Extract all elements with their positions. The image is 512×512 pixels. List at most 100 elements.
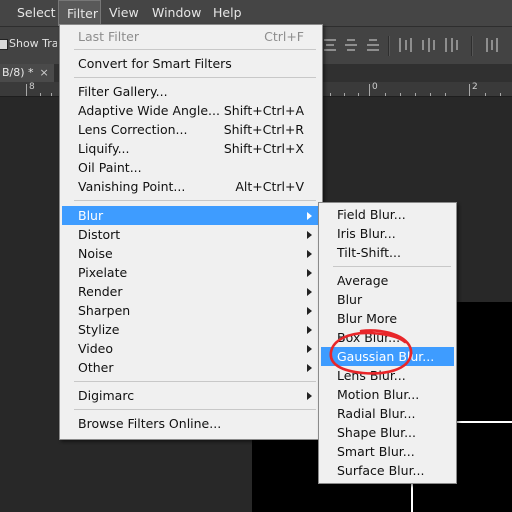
menu-item-field-blur[interactable]: Field Blur... [321, 205, 452, 224]
menu-item-label: Stylize [78, 322, 120, 337]
submenu-arrow-icon [307, 288, 312, 296]
menu-item-label: Render [78, 284, 123, 299]
menu-view[interactable]: View [109, 0, 139, 26]
menu-item-digimarc[interactable]: Digimarc [62, 386, 318, 405]
document-tab[interactable]: B/8) * × [0, 64, 54, 82]
menu-item-lens-correction[interactable]: Lens Correction... Shift+Ctrl+R [62, 120, 318, 139]
align-bottom-icon[interactable] [365, 38, 381, 52]
menu-separator [74, 49, 316, 50]
ruler-tick [330, 93, 331, 96]
ruler-tick [445, 93, 446, 96]
menu-item-sharpen[interactable]: Sharpen [62, 301, 318, 320]
menu-item-liquify[interactable]: Liquify... Shift+Ctrl+X [62, 139, 318, 158]
menu-separator [74, 409, 316, 410]
submenu-arrow-icon [307, 392, 312, 400]
menu-item-motion-blur[interactable]: Motion Blur... [321, 385, 452, 404]
menu-item-shape-blur[interactable]: Shape Blur... [321, 423, 452, 442]
show-transform-controls-label[interactable]: Show Transform Controls [9, 37, 57, 50]
ruler-tick [430, 93, 431, 96]
menu-item-video[interactable]: Video [62, 339, 318, 358]
menu-item-label: Liquify... [78, 141, 130, 156]
submenu-arrow-icon [307, 364, 312, 372]
menu-item-label: Surface Blur... [337, 463, 425, 478]
menu-item-label: Radial Blur... [337, 406, 416, 421]
submenu-arrow-icon [307, 326, 312, 334]
menu-item-label: Last Filter [78, 29, 139, 44]
submenu-arrow-icon [307, 307, 312, 315]
menu-item-oil-paint[interactable]: Oil Paint... [62, 158, 318, 177]
annotation-circle [329, 329, 413, 375]
menu-item-other[interactable]: Other [62, 358, 318, 377]
submenu-arrow-icon [307, 345, 312, 353]
menu-item-shortcut: Shift+Ctrl+X [223, 141, 304, 156]
menu-item-blur[interactable]: Blur [62, 206, 318, 225]
menu-item-stylize[interactable]: Stylize [62, 320, 318, 339]
submenu-arrow-icon [307, 250, 312, 258]
ruler-tick [485, 93, 486, 96]
ruler-tick [415, 93, 416, 96]
ruler-tick [400, 93, 401, 96]
menu-item-adaptive-wide-angle[interactable]: Adaptive Wide Angle... Shift+Ctrl+A [62, 101, 318, 120]
menu-item-convert-smart-filters[interactable]: Convert for Smart Filters [62, 54, 318, 73]
menu-item-browse-filters-online[interactable]: Browse Filters Online... [62, 414, 318, 433]
menu-item-label: Other [78, 360, 114, 375]
menu-item-iris-blur[interactable]: Iris Blur... [321, 224, 452, 243]
menu-separator [333, 266, 451, 267]
menu-item-label: Blur [78, 208, 104, 223]
menu-item-label: Noise [78, 246, 113, 261]
submenu-arrow-icon [307, 212, 312, 220]
menu-item-noise[interactable]: Noise [62, 244, 318, 263]
menu-item-label: Iris Blur... [337, 226, 396, 241]
canvas-line [411, 481, 413, 512]
menu-item-filter-gallery[interactable]: Filter Gallery... [62, 82, 318, 101]
menu-item-shortcut: Shift+Ctrl+R [223, 122, 304, 137]
align-left-icon[interactable] [398, 38, 414, 52]
menu-item-label: Shape Blur... [337, 425, 416, 440]
ruler-tick [26, 84, 27, 96]
menu-item-vanishing-point[interactable]: Vanishing Point... Alt+Ctrl+V [62, 177, 318, 196]
menu-item-blur-more[interactable]: Blur More [321, 309, 452, 328]
menu-item-label: Tilt-Shift... [337, 245, 401, 260]
menu-item-shortcut: Alt+Ctrl+V [235, 179, 304, 194]
filter-menu: Last Filter Ctrl+F Convert for Smart Fil… [59, 24, 323, 440]
menu-item-label: Distort [78, 227, 121, 242]
ruler-tick [469, 84, 470, 96]
menu-item-last-filter: Last Filter Ctrl+F [62, 27, 318, 46]
distribute-icon[interactable] [485, 38, 501, 52]
align-right-icon[interactable] [444, 38, 460, 52]
align-vcenter-icon[interactable] [343, 38, 359, 52]
align-top-icon[interactable] [322, 38, 338, 52]
menu-filter[interactable]: Filter [58, 0, 101, 26]
menu-item-label: Lens Correction... [78, 122, 188, 137]
menu-item-label: Video [78, 341, 114, 356]
menu-item-pixelate[interactable]: Pixelate [62, 263, 318, 282]
menu-item-label: Browse Filters Online... [78, 416, 222, 431]
menu-item-tilt-shift[interactable]: Tilt-Shift... [321, 243, 452, 262]
menu-item-label: Blur More [337, 311, 398, 326]
menu-item-label: Average [337, 273, 389, 288]
ruler-number: 2 [472, 82, 478, 92]
menu-window[interactable]: Window [152, 0, 201, 26]
menu-item-surface-blur[interactable]: Surface Blur... [321, 461, 452, 480]
menu-item-shortcut: Ctrl+F [264, 29, 304, 44]
menu-item-label: Filter Gallery... [78, 84, 168, 99]
menu-help[interactable]: Help [213, 0, 242, 26]
align-hcenter-icon[interactable] [421, 38, 437, 52]
menu-item-label: Adaptive Wide Angle... [78, 103, 220, 118]
close-icon[interactable]: × [40, 66, 49, 79]
menu-item-distort[interactable]: Distort [62, 225, 318, 244]
menu-item-average[interactable]: Average [321, 271, 452, 290]
menu-item-blur-simple[interactable]: Blur [321, 290, 452, 309]
canvas-line [455, 421, 512, 423]
menu-item-render[interactable]: Render [62, 282, 318, 301]
ruler-tick [358, 93, 359, 96]
menu-select[interactable]: Select [17, 0, 56, 26]
submenu-arrow-icon [307, 231, 312, 239]
menu-item-label: Convert for Smart Filters [78, 56, 232, 71]
menu-bar: Select Filter View Window Help [0, 0, 512, 26]
menu-item-shortcut: Shift+Ctrl+A [223, 103, 304, 118]
options-separator [388, 36, 390, 56]
menu-item-smart-blur[interactable]: Smart Blur... [321, 442, 452, 461]
menu-item-radial-blur[interactable]: Radial Blur... [321, 404, 452, 423]
checkbox-icon[interactable] [0, 39, 8, 50]
